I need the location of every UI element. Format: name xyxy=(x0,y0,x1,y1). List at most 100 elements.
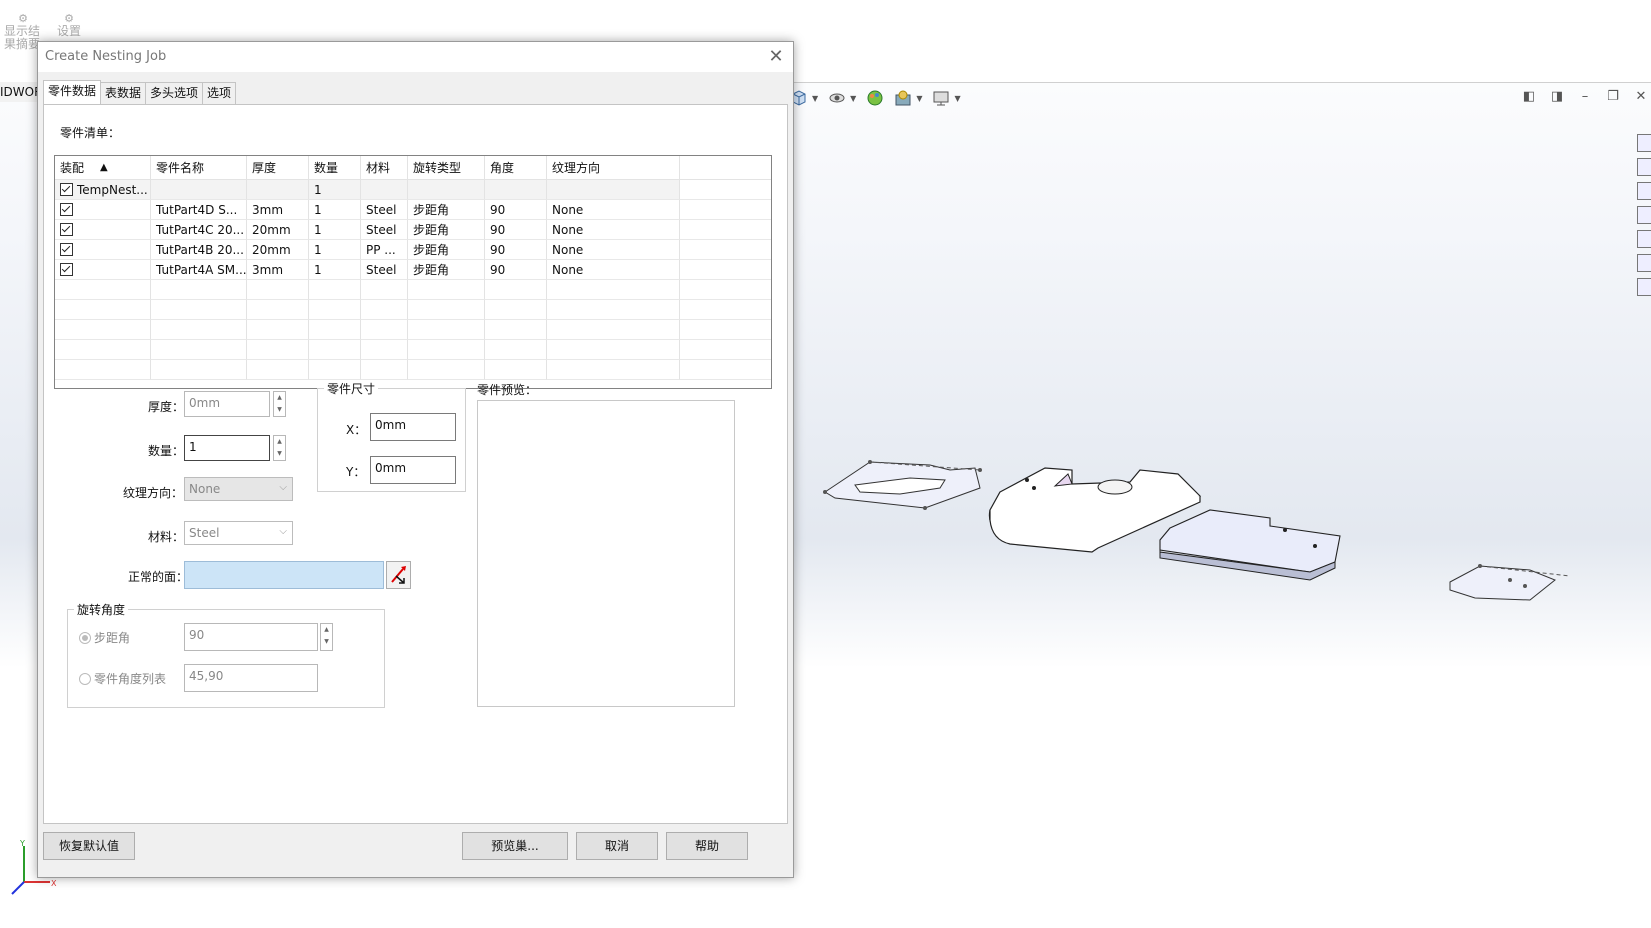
col-header-name[interactable]: 零件名称 xyxy=(151,156,247,180)
tile-left-icon[interactable]: ◧ xyxy=(1521,88,1537,104)
spin-up-icon[interactable]: ▲ xyxy=(274,436,285,448)
block-part-right-model[interactable] xyxy=(1159,509,1341,581)
table-row[interactable]: TutPart4A SM... 3mm 1 Steel 步距角 90 None xyxy=(55,260,771,280)
row-checkbox[interactable] xyxy=(60,243,73,256)
design-library-icon[interactable] xyxy=(1637,182,1651,200)
hide-show-items-icon[interactable] xyxy=(828,89,846,107)
sheet-part-far-right-model[interactable] xyxy=(1449,564,1571,601)
angle-list-radio[interactable]: 零件角度列表 xyxy=(79,670,166,687)
settings-tool[interactable]: ⚙ 设置 xyxy=(54,12,84,38)
cell-part-name[interactable]: TutPart4B 20... xyxy=(151,240,247,260)
table-row[interactable]: TutPart4B 20... 20mm 1 PP ... 步距角 90 None xyxy=(55,240,771,260)
row-checkbox[interactable] xyxy=(60,203,73,216)
material-select[interactable]: Steel ⌵ xyxy=(184,521,293,545)
cell-grain[interactable]: None xyxy=(547,220,680,240)
appearances-icon[interactable] xyxy=(1637,230,1651,248)
cell-thickness[interactable]: 20mm xyxy=(247,240,309,260)
table-row[interactable]: TempNest... 1 xyxy=(55,180,771,200)
view-settings-icon[interactable] xyxy=(932,89,950,107)
cell-material[interactable]: Steel xyxy=(361,200,408,220)
cell-material[interactable]: PP ... xyxy=(361,240,408,260)
cell-angle[interactable] xyxy=(485,180,547,200)
cell-assembly[interactable] xyxy=(55,260,151,280)
col-header-rotation-type[interactable]: 旋转类型 xyxy=(408,156,485,180)
cell-quantity[interactable]: 1 xyxy=(309,200,361,220)
apply-scene-icon[interactable] xyxy=(894,89,912,107)
step-angle-input[interactable]: 90 xyxy=(184,623,318,651)
tile-right-icon[interactable]: ◨ xyxy=(1549,88,1565,104)
feature-manager-tab[interactable]: IDWORKS xyxy=(0,82,41,102)
cell-material[interactable] xyxy=(361,180,408,200)
tab-options[interactable]: 选项 xyxy=(202,82,237,104)
cell-part-name[interactable] xyxy=(151,180,247,200)
cell-material[interactable]: Steel xyxy=(361,220,408,240)
cell-thickness[interactable]: 20mm xyxy=(247,220,309,240)
col-header-quantity[interactable]: 数量 xyxy=(309,156,361,180)
cell-angle[interactable]: 90 xyxy=(485,200,547,220)
edit-appearance-icon[interactable] xyxy=(866,89,884,107)
cell-grain[interactable]: None xyxy=(547,200,680,220)
chevron-down-icon[interactable]: ▼ xyxy=(916,94,922,103)
cancel-button[interactable]: 取消 xyxy=(576,832,658,860)
cell-quantity[interactable]: 1 xyxy=(309,180,361,200)
cell-part-name[interactable]: TutPart4C 20... xyxy=(151,220,247,240)
dialog-title-bar[interactable]: Create Nesting Job ✕ xyxy=(38,42,793,72)
cell-assembly[interactable] xyxy=(55,240,151,260)
thickness-input[interactable]: 0mm xyxy=(184,391,270,417)
help-button[interactable]: 帮助 xyxy=(666,832,748,860)
step-angle-radio[interactable]: 步距角 xyxy=(79,629,130,646)
forum-icon[interactable] xyxy=(1637,278,1651,296)
close-icon[interactable]: ✕ xyxy=(1633,88,1649,104)
cell-quantity[interactable]: 1 xyxy=(309,240,361,260)
cell-grain[interactable]: None xyxy=(547,240,680,260)
tab-sheet-data[interactable]: 表数据 xyxy=(100,82,147,104)
tab-part-data[interactable]: 零件数据 xyxy=(43,80,102,104)
cell-rotation-type[interactable]: 步距角 xyxy=(408,260,485,280)
spin-up-icon[interactable]: ▲ xyxy=(321,624,332,636)
thickness-spinner[interactable]: ▲ ▼ xyxy=(273,391,286,417)
cell-part-name[interactable]: TutPart4A SM... xyxy=(151,260,247,280)
cell-material[interactable]: Steel xyxy=(361,260,408,280)
sheet-part-left-model[interactable] xyxy=(823,460,982,510)
restore-defaults-button[interactable]: 恢复默认值 xyxy=(43,832,135,860)
normal-face-selection-box[interactable] xyxy=(184,561,384,589)
cell-rotation-type[interactable]: 步距角 xyxy=(408,200,485,220)
spin-up-icon[interactable]: ▲ xyxy=(274,392,285,404)
home-icon[interactable] xyxy=(1637,134,1651,152)
preview-nest-button[interactable]: 预览巢... xyxy=(462,832,568,860)
select-face-button[interactable] xyxy=(386,561,411,589)
quantity-spinner[interactable]: ▲ ▼ xyxy=(273,435,286,461)
cell-thickness[interactable] xyxy=(247,180,309,200)
minimize-icon[interactable]: – xyxy=(1577,88,1593,104)
chevron-down-icon[interactable]: ▼ xyxy=(812,94,818,103)
row-checkbox[interactable] xyxy=(60,263,73,276)
col-header-thickness[interactable]: 厚度 xyxy=(247,156,309,180)
cell-angle[interactable]: 90 xyxy=(485,260,547,280)
row-checkbox[interactable] xyxy=(60,183,73,196)
close-icon[interactable]: ✕ xyxy=(763,44,789,70)
cell-assembly[interactable]: TempNest... xyxy=(55,180,151,200)
cell-rotation-type[interactable] xyxy=(408,180,485,200)
cell-assembly[interactable] xyxy=(55,220,151,240)
table-row[interactable]: TutPart4C 20... 20mm 1 Steel 步距角 90 None xyxy=(55,220,771,240)
cell-thickness[interactable]: 3mm xyxy=(247,260,309,280)
file-explorer-icon[interactable] xyxy=(1637,206,1651,224)
cell-thickness[interactable]: 3mm xyxy=(247,200,309,220)
table-row[interactable]: TutPart4D S... 3mm 1 Steel 步距角 90 None xyxy=(55,200,771,220)
col-header-grain[interactable]: 纹理方向 xyxy=(547,156,680,180)
cell-angle[interactable]: 90 xyxy=(485,220,547,240)
chevron-down-icon[interactable]: ▼ xyxy=(954,94,960,103)
cell-grain[interactable] xyxy=(547,180,680,200)
custom-properties-icon[interactable] xyxy=(1637,254,1651,272)
spin-down-icon[interactable]: ▼ xyxy=(274,448,285,460)
col-header-material[interactable]: 材料 xyxy=(361,156,408,180)
col-header-angle[interactable]: 角度 xyxy=(485,156,547,180)
cell-quantity[interactable]: 1 xyxy=(309,260,361,280)
cell-rotation-type[interactable]: 步距角 xyxy=(408,220,485,240)
cell-part-name[interactable]: TutPart4D S... xyxy=(151,200,247,220)
angle-list-input[interactable]: 45,90 xyxy=(184,664,318,692)
grain-direction-select[interactable]: None ⌵ xyxy=(184,477,293,501)
row-checkbox[interactable] xyxy=(60,223,73,236)
cell-rotation-type[interactable]: 步距角 xyxy=(408,240,485,260)
resources-icon[interactable] xyxy=(1637,158,1651,176)
